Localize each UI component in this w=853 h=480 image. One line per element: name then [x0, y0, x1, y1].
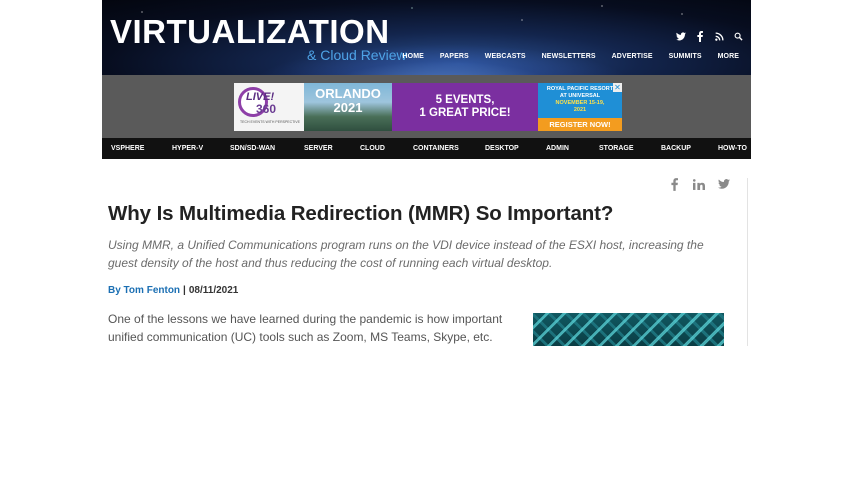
nav-more[interactable]: MORE	[710, 52, 747, 62]
ad-register-panel: ROYAL PACIFIC RESORT AT UNIVERSAL NOVEMB…	[538, 83, 622, 131]
category-backup[interactable]: BACKUP	[661, 138, 691, 159]
ad-resort-line1: ROYAL PACIFIC RESORT	[546, 86, 614, 92]
publish-date: 08/11/2021	[188, 285, 239, 296]
sidebar-divider	[747, 178, 748, 346]
ad-orlando-panel: ORLANDO 2021	[304, 83, 392, 131]
category-containers[interactable]: CONTAINERS	[413, 138, 459, 159]
ad-resort-line2: AT UNIVERSAL	[559, 92, 601, 99]
site-header: VIRTUALIZATION & Cloud Review HOME PAPER…	[102, 0, 751, 75]
category-storage[interactable]: STORAGE	[599, 138, 634, 159]
category-admin[interactable]: ADMIN	[546, 138, 569, 159]
article-image	[533, 313, 724, 346]
byline: By Tom Fenton | 08/11/2021	[108, 284, 238, 297]
site-logo-subtitle[interactable]: & Cloud Review	[307, 47, 407, 63]
article-body-line-2: unified communication (UC) tools such as…	[108, 330, 493, 344]
register-now-button[interactable]: REGISTER NOW!	[538, 118, 622, 131]
share-icons	[668, 177, 730, 191]
ad-band: LIVE! 360 TECH EVENTS WITH PERSPECTIVE O…	[102, 75, 751, 138]
article-body: One of the lessons we have learned durin…	[108, 310, 513, 346]
ad-year: 2021	[333, 100, 363, 115]
ad-dates: NOVEMBER 15-19, 2021	[538, 100, 622, 113]
linkedin-icon[interactable]	[693, 178, 705, 190]
ad-events-line1: 5 EVENTS,	[435, 94, 495, 106]
ad-360-text: 360	[256, 102, 277, 116]
category-hyper-v[interactable]: HYPER-V	[172, 138, 203, 159]
category-server[interactable]: SERVER	[304, 138, 333, 159]
nav-papers[interactable]: PAPERS	[432, 52, 477, 62]
ad-events-line2: 1 GREAT PRICE!	[419, 107, 511, 119]
nav-advertise[interactable]: ADVERTISE	[604, 52, 661, 62]
rss-icon[interactable]	[714, 30, 724, 42]
top-nav: HOME PAPERS WEBCASTS NEWSLETTERS ADVERTI…	[395, 52, 748, 62]
byline-separator: |	[183, 285, 186, 296]
banner-ad[interactable]: LIVE! 360 TECH EVENTS WITH PERSPECTIVE O…	[234, 83, 622, 131]
facebook-icon[interactable]	[668, 177, 680, 191]
ad-dates-line2: 2021	[573, 106, 587, 113]
twitter-icon[interactable]	[676, 30, 686, 42]
ad-live360-logo: LIVE! 360 TECH EVENTS WITH PERSPECTIVE	[234, 83, 304, 131]
header-social-icons	[676, 30, 743, 42]
nav-home[interactable]: HOME	[395, 52, 432, 62]
category-cloud[interactable]: CLOUD	[360, 138, 385, 159]
ad-resort: ROYAL PACIFIC RESORT AT UNIVERSAL	[538, 86, 622, 99]
ad-close-icon[interactable]: ✕	[613, 83, 622, 92]
ad-city: ORLANDO	[315, 86, 381, 101]
category-nav: VSPHERE HYPER-V SDN/SD-WAN SERVER CLOUD …	[102, 138, 751, 159]
search-icon[interactable]	[733, 30, 743, 42]
category-desktop[interactable]: DESKTOP	[485, 138, 519, 159]
author-link[interactable]: By Tom Fenton	[108, 285, 180, 296]
article-title: Why Is Multimedia Redirection (MMR) So I…	[108, 202, 614, 225]
category-how-to[interactable]: HOW-TO	[718, 138, 747, 159]
ad-events-panel: 5 EVENTS, 1 GREAT PRICE!	[392, 83, 538, 131]
category-vsphere[interactable]: VSPHERE	[111, 138, 144, 159]
nav-summits[interactable]: SUMMITS	[661, 52, 710, 62]
twitter-icon[interactable]	[718, 178, 730, 190]
facebook-icon[interactable]	[695, 30, 705, 42]
site-logo[interactable]: VIRTUALIZATION	[110, 14, 390, 50]
category-sdn-sd-wan[interactable]: SDN/SD-WAN	[230, 138, 275, 159]
article-subtitle: Using MMR, a Unified Communications prog…	[108, 238, 704, 270]
nav-webcasts[interactable]: WEBCASTS	[477, 52, 534, 62]
nav-newsletters[interactable]: NEWSLETTERS	[534, 52, 604, 62]
ad-tagline: TECH EVENTS WITH PERSPECTIVE	[240, 120, 300, 124]
article-body-line-1: One of the lessons we have learned durin…	[108, 312, 503, 326]
